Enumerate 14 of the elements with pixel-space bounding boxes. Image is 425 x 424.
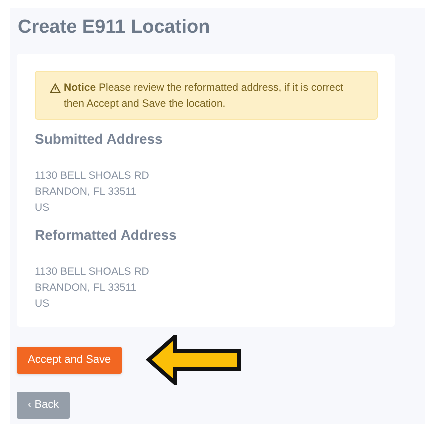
- address-line: US: [35, 297, 50, 312]
- notice-text: Notice Please review the reformatted address, if it is correct then Accept and Save the location.: [64, 81, 345, 112]
- address-line: US: [35, 201, 50, 216]
- page-title: Create E911 Location: [17, 16, 210, 40]
- arrow-icon: [146, 335, 242, 385]
- address-line: 1130 BELL SHOALS RD: [35, 169, 150, 184]
- section-heading: Submitted Address: [35, 130, 163, 148]
- warning-icon: [50, 83, 61, 94]
- address-line: BRANDON, FL 33511: [35, 185, 137, 200]
- back-button[interactable]: ‹ Back: [17, 392, 70, 419]
- accept-button[interactable]: Accept and Save: [17, 346, 122, 374]
- address-line: 1130 BELL SHOALS RD: [35, 265, 150, 280]
- address-line: BRANDON, FL 33511: [35, 281, 137, 296]
- section-heading: Reformatted Address: [35, 226, 177, 244]
